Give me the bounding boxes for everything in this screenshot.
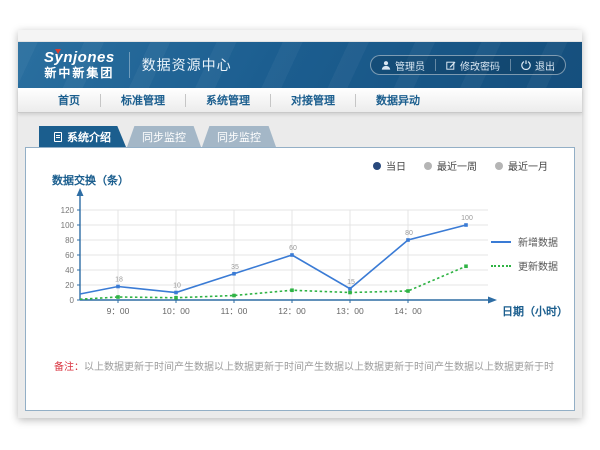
svg-text:12：00: 12：00 <box>278 306 306 316</box>
nav-item-home[interactable]: 首页 <box>18 92 100 108</box>
legend-label: 新增数据 <box>518 234 558 249</box>
svg-text:60: 60 <box>289 245 297 252</box>
radio-dot-icon <box>424 162 432 170</box>
svg-text:40: 40 <box>65 266 74 275</box>
svg-text:80: 80 <box>65 236 74 245</box>
app-header: Synjones 新中新集团 数据资源中心 管理员 修改密码 <box>18 42 582 88</box>
legend-item-updated-data: 更新数据 <box>491 258 558 273</box>
user-menu-button[interactable]: 管理员 <box>371 56 435 74</box>
tab-label: 同步监控 <box>142 129 186 145</box>
radio-dot-icon <box>495 162 503 170</box>
nav-item-system-mgmt[interactable]: 系统管理 <box>186 92 270 108</box>
nav-item-data-change[interactable]: 数据异动 <box>356 92 440 108</box>
tab-label: 系统介绍 <box>67 129 111 145</box>
svg-text:100: 100 <box>61 221 75 230</box>
svg-text:0: 0 <box>70 296 75 305</box>
change-password-button[interactable]: 修改密码 <box>436 56 510 74</box>
radio-dot-icon <box>373 162 381 170</box>
svg-text:35: 35 <box>231 264 239 271</box>
svg-text:60: 60 <box>65 251 74 260</box>
svg-text:15: 15 <box>347 279 355 286</box>
svg-text:100: 100 <box>461 215 473 222</box>
svg-text:20: 20 <box>65 281 74 290</box>
tab-label: 同步监控 <box>217 129 261 145</box>
logo-accent-mark <box>55 49 61 54</box>
content-area: 系统介绍 同步监控 同步监控 当日 最近一周 <box>18 113 582 418</box>
svg-text:18: 18 <box>115 277 123 284</box>
logo-text-en: Synjones <box>44 50 115 66</box>
header-divider <box>129 52 130 78</box>
main-nav: 首页 标准管理 系统管理 对接管理 数据异动 <box>18 88 582 113</box>
svg-text:10：00: 10：00 <box>162 306 190 316</box>
tab-sync-monitor-2[interactable]: 同步监控 <box>202 126 276 147</box>
svg-text:13：00: 13：00 <box>336 306 364 316</box>
tab-bar: 系统介绍 同步监控 同步监控 <box>39 126 575 147</box>
user-toolbar: 管理员 修改密码 退出 <box>370 55 566 75</box>
y-axis-title: 数据交换（条） <box>52 172 129 188</box>
legend-item-new-data: 新增数据 <box>491 234 558 249</box>
nav-item-standard-mgmt[interactable]: 标准管理 <box>101 92 185 108</box>
user-label: 管理员 <box>395 58 425 73</box>
logout-label: 退出 <box>535 58 555 73</box>
logout-button[interactable]: 退出 <box>511 56 565 74</box>
page-title: 数据资源中心 <box>142 55 232 75</box>
document-icon <box>54 132 62 142</box>
app-window: Synjones 新中新集团 数据资源中心 管理员 修改密码 <box>18 30 582 418</box>
radio-label: 最近一周 <box>437 158 477 173</box>
window-top-strip <box>18 30 582 42</box>
dotted-line-icon <box>491 265 511 267</box>
logo-text-cn: 新中新集团 <box>44 67 115 80</box>
footnote-prefix: 备注： <box>54 362 84 373</box>
user-icon <box>381 60 391 70</box>
footnote-text: 以上数据更新于时间产生数据以上数据更新于时间产生数据以上数据更新于时间产生数据以… <box>84 362 554 373</box>
brand-logo: Synjones 新中新集团 <box>44 50 115 79</box>
radio-today[interactable]: 当日 <box>373 158 406 173</box>
svg-text:11：00: 11：00 <box>221 306 248 316</box>
svg-text:9：00: 9：00 <box>107 306 130 316</box>
svg-text:日期（小时）: 日期（小时） <box>502 304 568 318</box>
radio-label: 最近一月 <box>508 158 548 173</box>
solid-line-icon <box>491 241 511 243</box>
tab-system-intro[interactable]: 系统介绍 <box>39 126 126 147</box>
radio-label: 当日 <box>386 158 406 173</box>
footnote: 备注：以上数据更新于时间产生数据以上数据更新于时间产生数据以上数据更新于时间产生… <box>54 358 554 373</box>
radio-last-week[interactable]: 最近一周 <box>424 158 477 173</box>
change-password-label: 修改密码 <box>460 58 500 73</box>
power-icon <box>521 60 531 70</box>
svg-text:80: 80 <box>405 230 413 237</box>
chart-container: 9：00 10：00 11：00 12：00 13：00 14：00 0 20 40 60 80 10… <box>38 188 568 338</box>
chart-panel: 当日 最近一周 最近一月 数据交换（条） 9：00 10：00 11：00 12：00… <box>25 147 575 411</box>
tab-sync-monitor-1[interactable]: 同步监控 <box>127 126 201 147</box>
nav-item-interface-mgmt[interactable]: 对接管理 <box>271 92 355 108</box>
legend-label: 更新数据 <box>518 258 558 273</box>
edit-icon <box>446 60 456 70</box>
radio-last-month[interactable]: 最近一月 <box>495 158 548 173</box>
svg-text:10: 10 <box>173 283 181 290</box>
chart-legend: 新增数据 更新数据 <box>491 234 558 273</box>
line-chart: 9：00 10：00 11：00 12：00 13：00 14：00 0 20 40 60 80 10… <box>38 188 568 338</box>
time-range-filter: 当日 最近一周 最近一月 <box>373 158 548 173</box>
svg-text:14：00: 14：00 <box>394 306 422 316</box>
svg-text:120: 120 <box>61 206 75 215</box>
